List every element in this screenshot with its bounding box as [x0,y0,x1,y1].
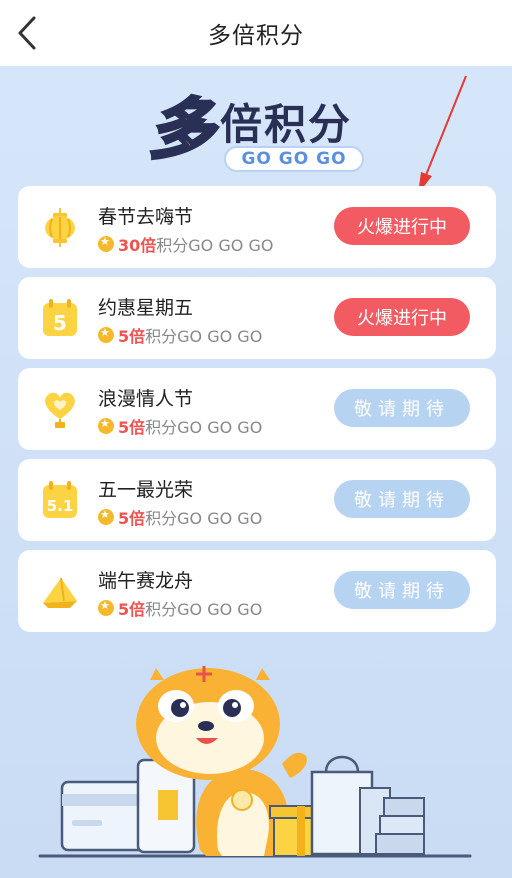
event-card[interactable]: 端午赛龙舟 5倍 积分GO GO GO 敬请期待 [18,550,496,632]
multiplier-tail: 积分GO GO GO [145,600,263,619]
hero-big-character: 多 [147,90,216,170]
zongzi-icon [43,577,77,608]
box-stack-icon [375,797,425,855]
multiplier: 5倍 [118,418,146,437]
heart-balloon-icon [45,392,75,428]
event-subtitle: 5倍 积分GO GO GO [98,323,262,347]
status-button[interactable]: 敬请期待 [334,480,470,518]
page-title: 多倍积分 [208,23,304,49]
event-title: 约惠星期五 [98,297,194,319]
event-subtitle: 30倍 积分GO GO GO [98,232,273,256]
event-card[interactable]: 浪漫情人节 5倍 积分GO GO GO 敬请期待 [18,368,496,450]
multiplier: 30倍 [118,236,157,255]
back-arrow-icon[interactable] [12,14,42,52]
coin-icon [98,599,114,616]
status-button[interactable]: 火爆进行中 [334,298,470,336]
multiplier: 5倍 [118,600,146,619]
hero-banner: 多 倍积分 GO GO GO [146,90,376,180]
event-card[interactable]: 5.1 五一最光荣 5倍 积分GO GO GO 敬请期待 [18,459,496,541]
multiplier-tail: 积分GO GO GO [145,418,263,437]
hero-subtitle: GO GO GO [224,146,364,172]
lantern-icon [45,208,75,247]
event-title: 五一最光荣 [98,479,194,501]
status-button[interactable]: 敬请期待 [334,389,470,427]
event-subtitle: 5倍 积分GO GO GO [98,596,262,620]
calendar-5-icon: 5 [43,299,77,336]
coin-icon [98,508,114,525]
multiplier-tail: 积分GO GO GO [156,236,274,255]
event-title: 浪漫情人节 [98,388,194,410]
status-button[interactable]: 敬请期待 [334,571,470,609]
event-card[interactable]: 5 约惠星期五 5倍 积分GO GO GO 火爆进行中 [18,277,496,359]
svg-text:5: 5 [53,311,67,335]
coin-icon [98,417,114,434]
multiplier: 5倍 [118,327,146,346]
event-card[interactable]: 春节去嗨节 30倍 积分GO GO GO 火爆进行中 [18,186,496,268]
calendar-51-icon: 5.1 [43,481,77,518]
mascot-illustration [38,666,472,858]
event-title: 春节去嗨节 [98,206,194,228]
event-subtitle: 5倍 积分GO GO GO [98,414,262,438]
status-button[interactable]: 火爆进行中 [334,207,470,245]
nav-bar: 多倍积分 [0,0,512,66]
hero-title: 倍积分 [220,100,353,149]
coin-icon [98,235,114,252]
multiplier-tail: 积分GO GO GO [145,509,263,528]
event-subtitle: 5倍 积分GO GO GO [98,505,262,529]
coin-icon [98,326,114,343]
event-title: 端午赛龙舟 [98,570,194,592]
multiplier: 5倍 [118,509,146,528]
multiplier-tail: 积分GO GO GO [145,327,263,346]
svg-text:5.1: 5.1 [47,497,74,515]
